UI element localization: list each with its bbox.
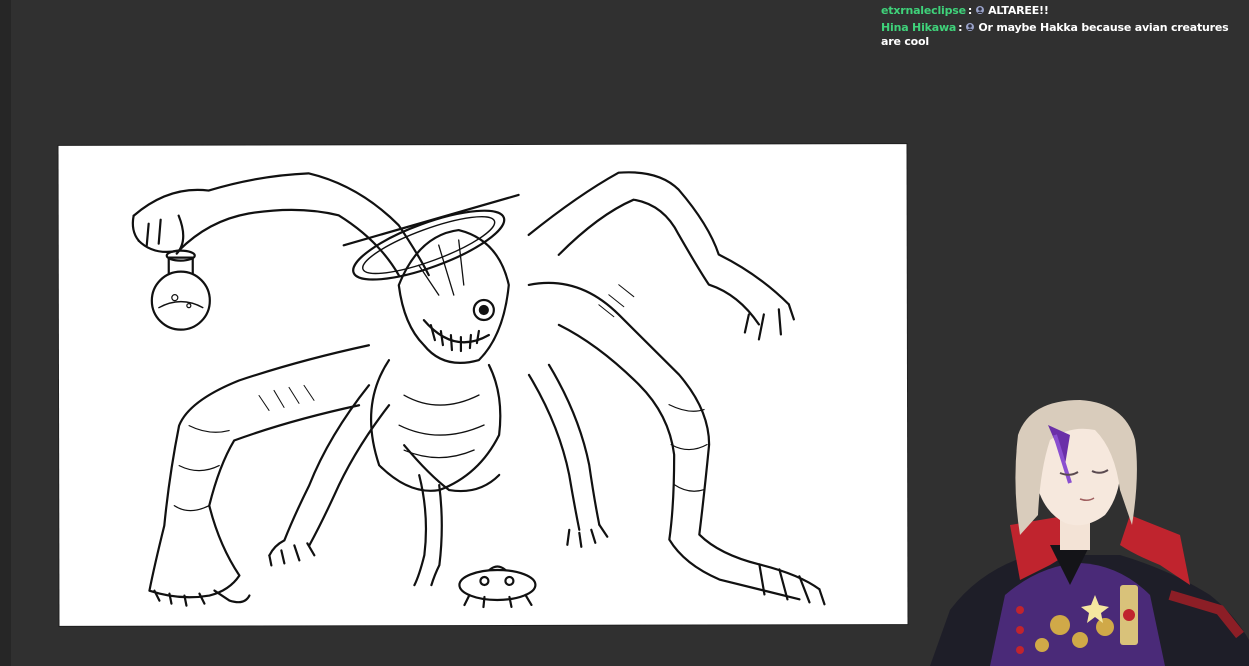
flask-icon <box>150 249 211 331</box>
drawing-canvas <box>58 144 908 626</box>
chat-separator: : <box>958 21 963 34</box>
chat-username: Hina Hikawa <box>881 21 957 34</box>
chat-username: etxrnaleclipse <box>881 4 966 17</box>
vtuber-avatar <box>920 395 1249 666</box>
small-creature-icon <box>458 565 537 609</box>
chat-separator: : <box>967 4 973 17</box>
creature-drawing <box>131 171 826 609</box>
user-badge-icon <box>975 5 985 15</box>
left-edge-strip <box>0 0 11 666</box>
chat-message: etxrnaleclipse: ALTAREE!! <box>881 4 1247 18</box>
chat-overlay: etxrnaleclipse: ALTAREE!! Hina Hikawa: Or … <box>881 4 1247 52</box>
chat-text: ALTAREE!! <box>988 4 1049 17</box>
user-badge-icon <box>965 22 975 32</box>
chat-message: Hina Hikawa: Or maybe Hakka because avian… <box>881 21 1247 49</box>
stream-view: etxrnaleclipse: ALTAREE!! Hina Hikawa: Or … <box>0 0 1249 666</box>
